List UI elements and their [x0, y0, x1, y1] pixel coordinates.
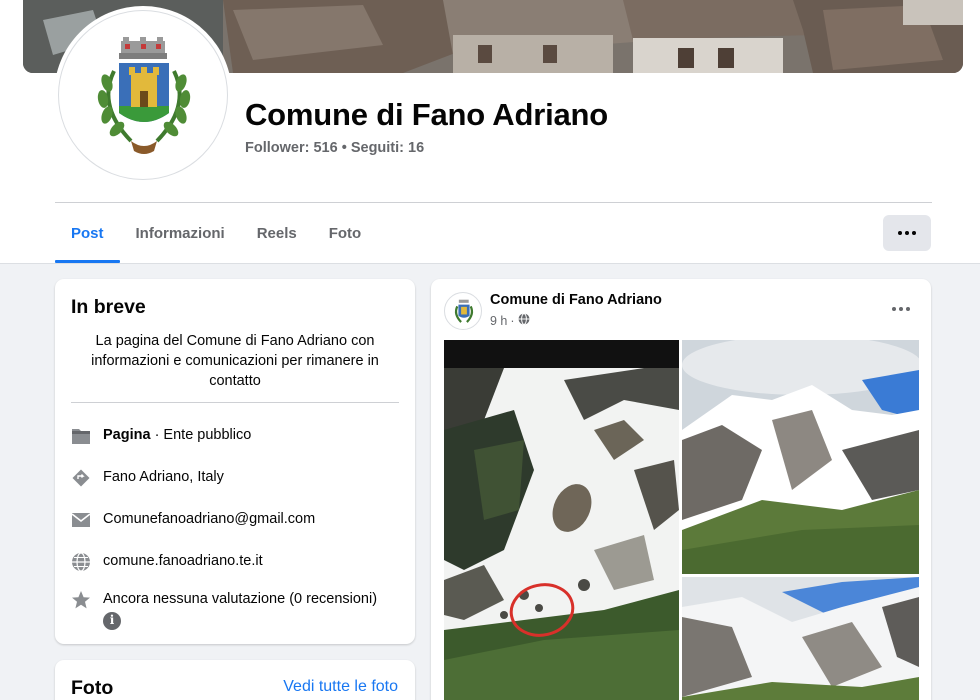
following-count[interactable]: 16	[408, 140, 424, 156]
see-all-photos-link[interactable]: Vedi tutte le foto	[283, 678, 398, 696]
more-options-button[interactable]	[883, 215, 931, 251]
info-website-text[interactable]: comune.fanoadriano.te.it	[103, 552, 263, 571]
followers-label: Follower:	[245, 140, 310, 156]
info-icon[interactable]: i	[103, 611, 121, 630]
post-time[interactable]: 9 h	[490, 314, 507, 328]
info-row-email: Comunefanoadriano@gmail.com	[71, 510, 401, 530]
star-icon	[71, 590, 91, 610]
intro-bio: La pagina del Comune di Fano Adriano con…	[91, 333, 379, 389]
stats-separator: •	[341, 140, 347, 156]
intro-card: In breve La pagina del Comune di Fano Ad…	[55, 279, 415, 644]
tab-reels[interactable]: Reels	[241, 204, 313, 263]
photos-title: Foto	[71, 677, 114, 699]
info-row-location: Fano Adriano, Italy	[71, 468, 401, 488]
intro-divider	[71, 402, 399, 403]
page-avatar[interactable]	[58, 10, 228, 180]
post-meta: 9 h ·	[490, 313, 530, 328]
following-label: Seguiti:	[350, 140, 404, 156]
coat-of-arms-icon	[97, 37, 191, 154]
info-row-website: comune.fanoadriano.te.it	[71, 552, 401, 572]
post-options-button[interactable]	[883, 295, 919, 323]
post-card: Comune di Fano Adriano 9 h ·	[431, 279, 931, 700]
followers-count[interactable]: 516	[313, 140, 337, 156]
info-row-rating: Ancora nessuna valutazione (0 recensioni…	[71, 590, 401, 630]
post-author-name[interactable]: Comune di Fano Adriano	[490, 292, 662, 308]
post-photo-snowy-mountainside[interactable]	[444, 340, 679, 700]
post-photo-snowy-peaks[interactable]	[682, 340, 919, 574]
more-horizontal-icon	[892, 307, 910, 311]
globe-icon[interactable]	[518, 313, 530, 328]
tab-foto[interactable]: Foto	[313, 204, 377, 263]
intro-title: In breve	[71, 296, 146, 318]
info-row-category: Pagina · Ente pubblico	[71, 426, 401, 446]
post-photo-mountain-valley[interactable]	[682, 577, 919, 700]
info-category-text: Pagina · Ente pubblico	[103, 426, 251, 445]
page-stats: Follower: 516 • Seguiti: 16	[245, 140, 424, 156]
photos-card: Foto Vedi tutte le foto	[55, 660, 415, 700]
location-diamond-icon	[71, 468, 91, 488]
tab-informazioni[interactable]: Informazioni	[120, 204, 241, 263]
info-rating-text: Ancora nessuna valutazione (0 recensioni…	[103, 590, 377, 630]
info-category-value: · Ente pubblico	[150, 427, 252, 443]
post-image-grid	[444, 340, 919, 700]
info-email-text[interactable]: Comunefanoadriano@gmail.com	[103, 510, 315, 529]
info-category-bold: Pagina	[103, 427, 151, 443]
page-header: Comune di Fano Adriano Follower: 516 • S…	[0, 0, 980, 264]
tab-post[interactable]: Post	[55, 204, 120, 263]
post-author-avatar[interactable]	[444, 292, 482, 330]
header-divider	[55, 202, 932, 203]
more-horizontal-icon	[898, 231, 916, 235]
post-meta-dot: ·	[510, 313, 515, 328]
info-rating-value: Ancora nessuna valutazione (0 recensioni…	[103, 591, 378, 607]
mail-icon	[71, 510, 91, 530]
coat-of-arms-icon	[454, 299, 474, 323]
page-title: Comune di Fano Adriano	[245, 97, 608, 132]
info-location-text[interactable]: Fano Adriano, Italy	[103, 468, 224, 487]
flag-icon	[71, 426, 91, 446]
page-tabs: Post Informazioni Reels Foto	[55, 204, 377, 263]
globe-icon	[71, 552, 91, 572]
